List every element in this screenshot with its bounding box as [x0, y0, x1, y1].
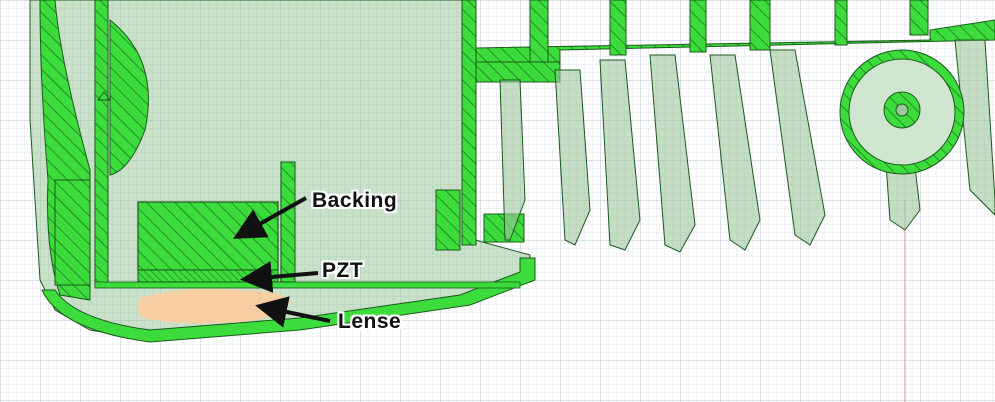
lower-left-block-section: [54, 179, 91, 286]
left-rib-section: [94, 0, 109, 286]
small-post-section: [435, 189, 461, 251]
backing-label: Backing: [312, 189, 398, 212]
center-wall-section: [461, 0, 477, 246]
inner-floor-section: [94, 281, 521, 289]
cad-canvas: [0, 0, 995, 402]
rail-end-section: [475, 61, 561, 83]
lense-label: Lense: [338, 310, 402, 333]
round-boss: [839, 49, 965, 175]
pzt-label: PZT: [322, 259, 364, 282]
cad-section-view: Backing PZT Lense: [0, 0, 995, 402]
backing-block: [137, 201, 279, 271]
vertical-post-section: [280, 161, 296, 283]
